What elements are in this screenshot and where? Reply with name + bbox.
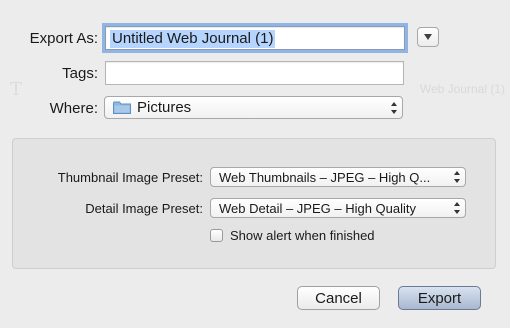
show-alert-checkbox[interactable] — [210, 229, 223, 242]
tags-label: Tags: — [62, 65, 98, 82]
export-as-field[interactable]: Untitled Web Journal (1) — [105, 26, 405, 50]
detail-preset-popup[interactable]: Web Detail – JPEG – High Quality — [210, 198, 466, 218]
folder-icon — [113, 101, 131, 114]
show-alert-option[interactable]: Show alert when finished — [210, 228, 375, 243]
tags-field[interactable] — [105, 61, 404, 85]
thumbnail-preset-popup[interactable]: Web Thumbnails – JPEG – High Q... — [210, 167, 466, 187]
export-dialog: T Web Journal (1) Export As: Untitled We… — [0, 0, 510, 328]
tags-input[interactable] — [106, 62, 403, 84]
where-label: Where: — [49, 100, 98, 117]
popup-arrows-icon — [388, 97, 402, 118]
show-alert-label: Show alert when finished — [230, 228, 375, 243]
detail-preset-label: Detail Image Preset: — [85, 201, 203, 216]
where-selected: Pictures — [137, 99, 192, 116]
export-button[interactable]: Export — [398, 286, 481, 310]
popup-arrows-icon — [451, 199, 465, 217]
chevron-down-icon — [424, 34, 432, 40]
thumbnail-preset-label: Thumbnail Image Preset: — [57, 170, 203, 185]
text-tool-icon: T — [10, 79, 23, 100]
detail-preset-selected: Web Detail – JPEG – High Quality — [219, 200, 417, 216]
thumbnail-preset-selected: Web Thumbnails – JPEG – High Q... — [219, 169, 431, 185]
popup-arrows-icon — [451, 168, 465, 186]
export-as-value[interactable]: Untitled Web Journal (1) — [110, 30, 276, 48]
expand-options-button[interactable] — [417, 27, 439, 47]
export-as-label: Export As: — [29, 30, 98, 47]
where-popup[interactable]: Pictures — [104, 96, 403, 119]
cancel-button[interactable]: Cancel — [297, 286, 380, 310]
